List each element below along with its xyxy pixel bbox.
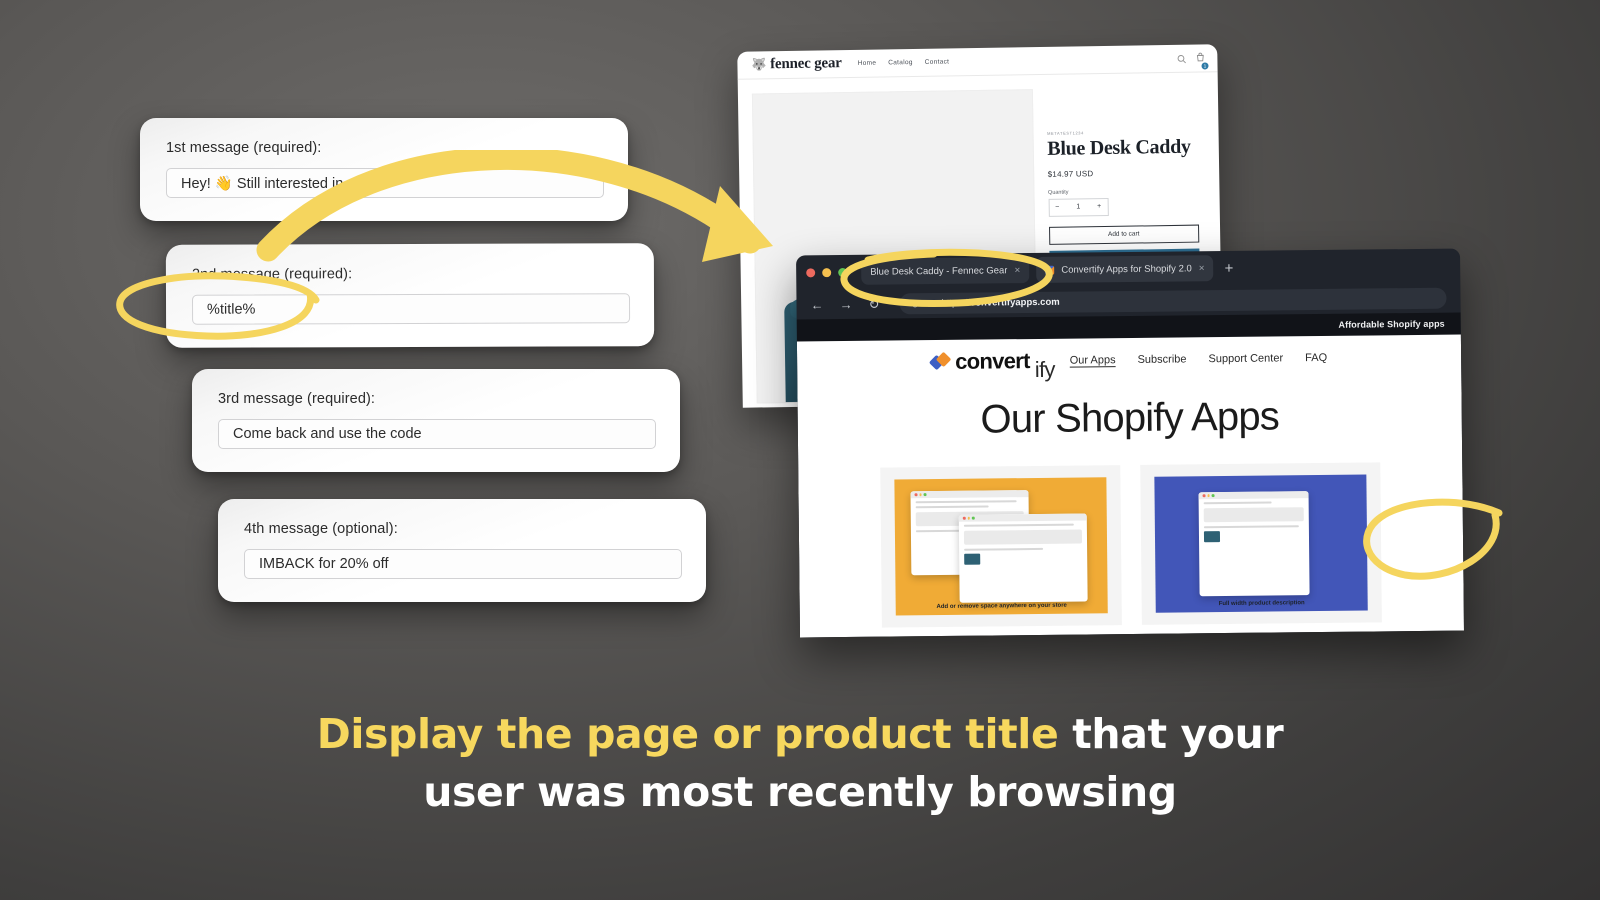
quantity-value[interactable]: 1 [1076, 204, 1080, 211]
quantity-label: Quantity [1047, 189, 1069, 196]
message-card-1: 1st message (required): Hey! 👋 Still int… [140, 118, 628, 221]
message-4-label: 4th message (optional): [244, 521, 398, 537]
message-1-label: 1st message (required): [166, 140, 322, 156]
store-nav-contact[interactable]: Contact [925, 58, 950, 65]
close-window-button[interactable] [806, 267, 816, 277]
store-nav-catalog[interactable]: Catalog [888, 59, 913, 66]
app-art-2: Full width product description [1154, 474, 1368, 613]
site-nav-support-center[interactable]: Support Center [1208, 352, 1283, 365]
minimize-window-button[interactable] [822, 267, 832, 277]
browser-tab-title-1: Blue Desk Caddy - Fennec Gear [870, 264, 1008, 278]
shield-icon[interactable] [910, 299, 919, 308]
message-1-input[interactable]: Hey! 👋 Still interested in... [166, 168, 604, 198]
headline-rest: that your [1058, 710, 1284, 758]
window-controls [806, 267, 848, 277]
browser-tab-inactive[interactable]: Convertify Apps for Shopify 2.0 × [1036, 255, 1214, 283]
product-title: Blue Desk Caddy [1047, 135, 1191, 160]
headline-line-2: user was most recently browsing [423, 768, 1177, 817]
headline: Display the page or product title that y… [0, 705, 1600, 821]
lock-icon[interactable] [926, 299, 934, 308]
message-3-input[interactable]: Come back and use the code [218, 419, 656, 449]
quantity-increase-button[interactable]: + [1097, 203, 1101, 210]
logo-bold-text: convert [955, 348, 1030, 374]
message-card-4: 4th message (optional): IMBACK for 20% o… [218, 499, 706, 602]
message-4-input[interactable]: IMBACK for 20% off [244, 549, 682, 579]
product-sku: METATEST1234 [1047, 130, 1084, 136]
browser-tab-title-2: Convertify Apps for Shopify 2.0 [1061, 262, 1192, 276]
new-tab-button[interactable]: + [1225, 259, 1234, 276]
site-nav-faq[interactable]: FAQ [1305, 352, 1327, 364]
headline-highlight: Display the page or product title [316, 710, 1059, 758]
message-2-label: 2nd message (required): [191, 266, 353, 283]
back-icon[interactable]: ← [810, 297, 823, 312]
app-card-2[interactable]: Full width product description [1140, 462, 1382, 625]
message-card-2: 2nd message (required): %title% [165, 243, 655, 348]
url-prefix: https:// [941, 297, 971, 309]
message-3-label: 3rd message (required): [218, 391, 376, 407]
site-nav-links: Our Apps Subscribe Support Center FAQ [1070, 352, 1328, 367]
app-mockup-window-c [1198, 491, 1310, 597]
site-heading: Our Shopify Apps [980, 394, 1280, 442]
store-nav: Home Catalog Contact [858, 58, 950, 66]
site-nav-subscribe[interactable]: Subscribe [1138, 353, 1187, 366]
search-icon[interactable] [1176, 53, 1186, 63]
product-price: $14.97 USD [1047, 168, 1094, 179]
convertify-site-content: convert ify Our Apps Subscribe Support Ce… [796, 334, 1464, 638]
address-bar[interactable]: https://convertifyapps.com [899, 287, 1447, 314]
app-mockup-window-b [958, 513, 1088, 603]
cart-count-badge: 1 [1201, 61, 1209, 70]
headline-line-1: Display the page or product title that y… [0, 705, 1600, 763]
logo-light-text: ify [1034, 356, 1055, 382]
cart-icon-wrapper[interactable]: 1 [1195, 49, 1209, 70]
site-nav: convert ify Our Apps Subscribe Support Ce… [797, 335, 1461, 386]
app-card-1[interactable]: Add or remove space anywhere on your sto… [880, 465, 1122, 628]
maximize-window-button[interactable] [838, 267, 848, 277]
app-caption-1: Add or remove space anywhere on your sto… [936, 602, 1067, 611]
cart-icon [1196, 52, 1204, 61]
browser-window: Blue Desk Caddy - Fennec Gear × Converti… [796, 248, 1464, 638]
browser-tab-active[interactable]: Blue Desk Caddy - Fennec Gear × [861, 257, 1030, 285]
forward-icon[interactable]: → [839, 296, 852, 311]
app-caption-2: Full width product description [1218, 600, 1305, 608]
store-nav-home[interactable]: Home [858, 60, 877, 67]
fox-icon: 🐺 [751, 57, 767, 72]
store-logo[interactable]: 🐺 fennec gear [751, 55, 842, 73]
reload-icon[interactable]: ↻ [868, 296, 879, 311]
store-header-icons: 1 [1176, 49, 1209, 70]
message-card-3: 3rd message (required): Come back and us… [192, 369, 680, 472]
store-logo-text: fennec gear [770, 55, 842, 73]
url-text: https://convertifyapps.com [941, 296, 1059, 308]
message-2-input[interactable]: %title% [191, 293, 631, 325]
app-art-1: Add or remove space anywhere on your sto… [894, 477, 1108, 616]
close-tab-icon-2[interactable]: × [1199, 263, 1205, 274]
quantity-stepper[interactable]: − 1 + [1048, 197, 1109, 217]
convertify-logo[interactable]: convert ify [928, 348, 1055, 382]
url-domain: convertifyapps.com [969, 296, 1060, 309]
quantity-decrease-button[interactable]: − [1055, 204, 1059, 211]
convertify-favicon-icon [1045, 265, 1055, 275]
promo-text: Affordable Shopify apps [1338, 318, 1445, 330]
site-nav-our-apps[interactable]: Our Apps [1070, 354, 1116, 366]
add-to-cart-button[interactable]: Add to cart [1048, 224, 1199, 245]
close-tab-icon-1[interactable]: × [1014, 265, 1020, 276]
app-card-grid: Add or remove space anywhere on your sto… [798, 462, 1464, 629]
convertify-diamond-icon [928, 351, 952, 371]
